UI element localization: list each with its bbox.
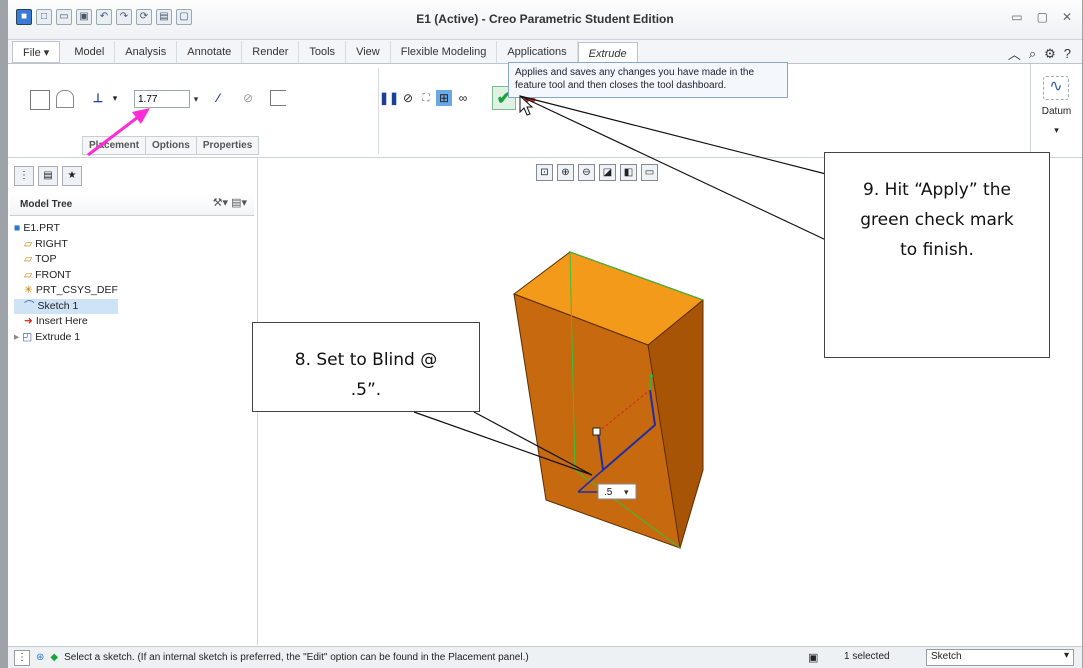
expand-icon[interactable]: ▸ — [14, 330, 19, 346]
flip-direction-icon[interactable]: ⁄ — [208, 88, 228, 108]
minimize-icon[interactable]: ▭ — [1011, 10, 1022, 24]
depth-type-dropdown[interactable]: ▾ — [110, 88, 120, 108]
subtab-properties[interactable]: Properties — [197, 137, 258, 154]
part-icon: ■ — [14, 222, 21, 234]
surface-icon[interactable] — [56, 90, 74, 108]
status-bar: ⋮ ⊛ ◆ Select a sketch. (If an internal s… — [8, 646, 1082, 668]
folder-browser-tab-icon[interactable]: ▤ — [38, 166, 58, 186]
tab-annotate[interactable]: Annotate — [177, 41, 243, 63]
refit-icon[interactable]: ⊡ — [536, 164, 553, 181]
title-bar: ■ □ ▭ ▣ ↶ ↷ ⟳ ▤ ▢ E1 (Active) - Creo Par… — [8, 0, 1082, 40]
tree-item-csys[interactable]: ✳ PRT_CSYS_DEF — [14, 283, 118, 299]
tab-extrude[interactable]: Extrude — [577, 42, 638, 64]
callout-step-9: 9. Hit “Apply” the green check mark to f… — [824, 152, 1050, 358]
datum-plane-icon: ▱ — [24, 268, 33, 281]
sketch-icon: ⌒ — [24, 299, 35, 312]
verify-mode-icon[interactable]: ⊞ — [436, 90, 452, 106]
depth-type-blind-icon[interactable]: ⊥ — [88, 88, 108, 108]
zoom-out-icon[interactable]: ⊖ — [578, 164, 595, 181]
display-style-icon[interactable]: ◧ — [620, 164, 637, 181]
datum-label: Datum — [1041, 106, 1072, 117]
datum-plane-icon: ▱ — [24, 237, 33, 250]
tab-file[interactable]: File ▾ — [12, 41, 61, 63]
datum-sketch-icon: ∿ — [1043, 76, 1069, 100]
subtab-placement[interactable]: Placement — [83, 137, 147, 154]
no-preview-icon[interactable]: ⊘ — [400, 90, 416, 106]
tab-analysis[interactable]: Analysis — [115, 41, 178, 63]
csys-icon: ✳ — [24, 284, 33, 296]
status-message: Select a sketch. (If an internal sketch … — [64, 652, 529, 663]
repaint-icon[interactable]: ◪ — [599, 164, 616, 181]
datum-group[interactable]: ∿ Datum ▾ — [1030, 64, 1082, 158]
tree-settings-icon[interactable]: ⚒▾ — [213, 197, 228, 209]
callout-step-8: 8. Set to Blind @ .5”. — [252, 322, 480, 412]
ribbon-separator — [378, 68, 379, 154]
tree-show-icon[interactable]: ▤▾ — [231, 197, 247, 209]
attached-preview-icon[interactable]: ⛶ — [418, 90, 434, 106]
tree-item-front[interactable]: ▱ FRONT — [14, 268, 118, 284]
apply-tooltip: Applies and saves any changes you have m… — [508, 62, 788, 98]
graphics-toolbar: ⊡ ⊕ ⊖ ◪ ◧ ▭ — [536, 164, 658, 181]
selection-count: 1 selected — [844, 651, 890, 662]
window-title: E1 (Active) - Creo Parametric Student Ed… — [416, 12, 674, 26]
dashboard-subtabs: Placement Options Properties — [82, 136, 260, 155]
model-tree-panel: ⋮ ▤ ★ Model Tree ⚒▾ ▤▾ ■ E1.PRT ▱ RIGHT ▱ T… — [8, 158, 258, 645]
tab-tools[interactable]: Tools — [299, 41, 347, 63]
pause-icon[interactable]: ❚❚ — [379, 90, 399, 106]
tree-item-right[interactable]: ▱ RIGHT — [14, 237, 118, 253]
tab-applications[interactable]: Applications — [497, 41, 578, 63]
insert-arrow-icon: ➜ — [24, 315, 33, 327]
help-icon[interactable]: ? — [1064, 46, 1071, 61]
tab-model[interactable]: Model — [64, 41, 116, 63]
glasses-preview-icon[interactable]: ∞ — [454, 90, 472, 106]
tree-item-extrude[interactable]: ▸ ◰ Extrude 1 — [14, 330, 118, 346]
datum-dropdown-icon[interactable]: ▾ — [1031, 125, 1082, 136]
tab-view[interactable]: View — [346, 41, 391, 63]
settings-icon[interactable]: ⚙ — [1044, 46, 1056, 62]
thicken-sketch-icon[interactable] — [270, 90, 286, 106]
close-icon[interactable]: ✕ — [1062, 10, 1072, 24]
help-icons: ︿ ⌕ ⚙ ? — [1008, 44, 1071, 63]
model-tree-tab-icon[interactable]: ⋮ — [14, 166, 34, 186]
window-controls: ▭ ▢ ✕ — [1011, 10, 1072, 24]
tab-flexible-modeling[interactable]: Flexible Modeling — [391, 41, 498, 63]
navigator-tabs: ⋮ ▤ ★ — [14, 166, 82, 186]
navigator-toggle-icon[interactable]: ⋮ — [14, 649, 30, 666]
model-tree-list: ■ E1.PRT ▱ RIGHT ▱ TOP ▱ FRONT ✳ PRT_CSYS_DEF… — [14, 221, 118, 345]
solid-icon[interactable] — [30, 90, 50, 110]
selection-filter-select[interactable]: Sketch ▾ — [926, 649, 1074, 666]
status-message-icon: ◆ — [50, 652, 59, 663]
tree-item-part[interactable]: ■ E1.PRT — [14, 221, 118, 237]
depth-value-input[interactable] — [134, 90, 190, 108]
saved-views-icon[interactable]: ▭ — [641, 164, 658, 181]
subtab-options[interactable]: Options — [146, 137, 197, 154]
maximize-icon[interactable]: ▢ — [1037, 10, 1048, 24]
tree-item-top[interactable]: ▱ TOP — [14, 252, 118, 268]
browser-toggle-icon[interactable]: ⊛ — [36, 652, 44, 663]
model-tree-tools: ⚒▾ ▤▾ — [213, 196, 247, 209]
tree-item-insert-here[interactable]: ➜ Insert Here — [14, 314, 118, 330]
ribbon-tabs: File ▾ Model Analysis Annotate Render To… — [8, 40, 1082, 64]
filter-dropdown-icon: ▾ — [1063, 650, 1069, 661]
depth-value-dropdown[interactable]: ▾ — [190, 90, 202, 108]
remove-material-icon[interactable]: ⊘ — [238, 88, 258, 108]
favorites-tab-icon[interactable]: ★ — [62, 166, 82, 186]
selection-filter-icon[interactable]: ▣ — [808, 651, 818, 664]
zoom-in-icon[interactable]: ⊕ — [557, 164, 574, 181]
datum-plane-icon: ▱ — [24, 253, 33, 265]
tab-render[interactable]: Render — [242, 41, 300, 63]
collapse-ribbon-icon[interactable]: ︿ — [1008, 44, 1021, 63]
extrude-icon: ◰ — [22, 330, 33, 343]
search-icon[interactable]: ⌕ — [1029, 46, 1036, 62]
tree-item-sketch[interactable]: ⌒ Sketch 1 — [14, 298, 118, 314]
